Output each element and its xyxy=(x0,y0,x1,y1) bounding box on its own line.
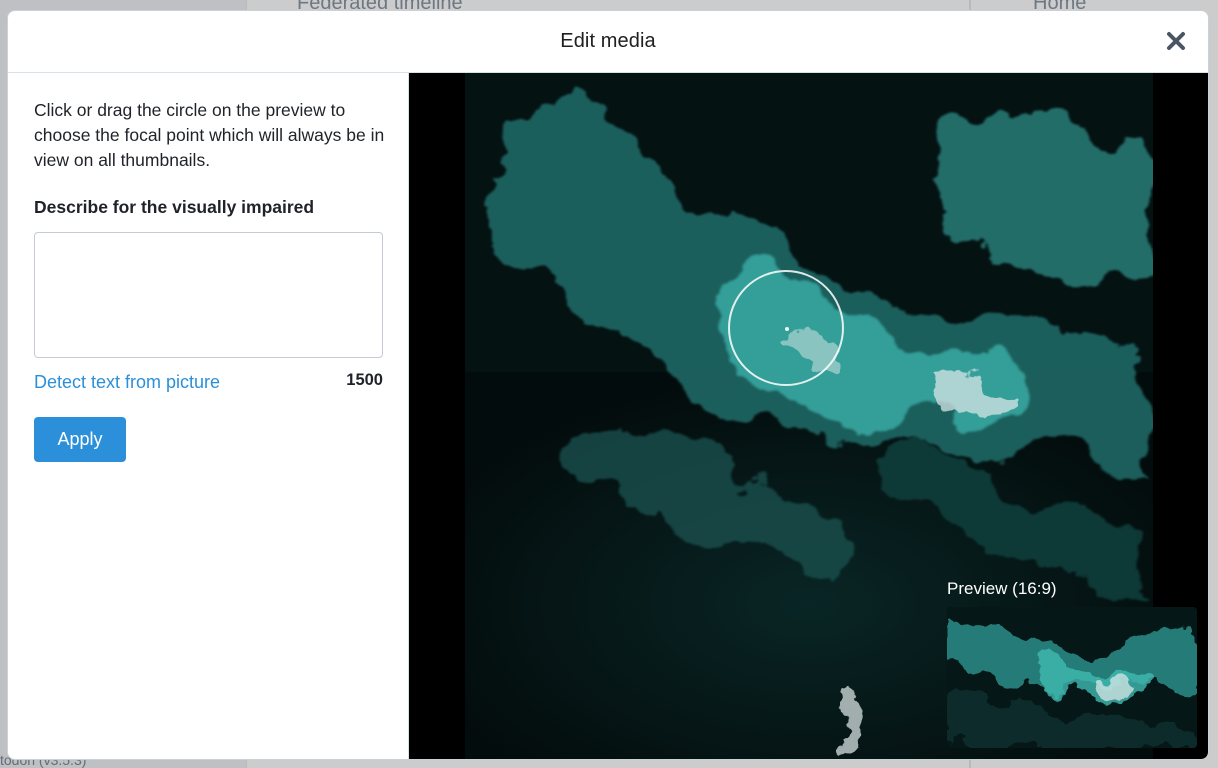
apply-button[interactable]: Apply xyxy=(34,417,126,462)
detect-row: Detect text from picture 1500 xyxy=(34,371,383,393)
media-settings-panel: Click or drag the circle on the preview … xyxy=(8,73,409,759)
edit-media-modal: Edit media Click or drag the circle on t… xyxy=(7,10,1209,760)
focal-point-instructions: Click or drag the circle on the preview … xyxy=(34,100,385,170)
detect-text-link[interactable]: Detect text from picture xyxy=(34,372,220,393)
description-input[interactable] xyxy=(34,232,383,358)
close-icon xyxy=(1167,32,1185,50)
character-counter: 1500 xyxy=(346,371,383,389)
description-label: Describe for the visually impaired xyxy=(34,197,315,217)
focal-point-editor[interactable]: Preview (16:9) xyxy=(409,73,1208,759)
focal-point-circle[interactable] xyxy=(728,270,844,386)
modal-header: Edit media xyxy=(8,11,1208,73)
preview-label: Preview (16:9) xyxy=(947,579,1057,598)
close-button[interactable] xyxy=(1164,29,1188,53)
preview-thumbnail xyxy=(947,607,1197,748)
focal-point-center xyxy=(785,327,789,331)
modal-title: Edit media xyxy=(560,30,656,52)
preview-image xyxy=(947,607,1197,748)
